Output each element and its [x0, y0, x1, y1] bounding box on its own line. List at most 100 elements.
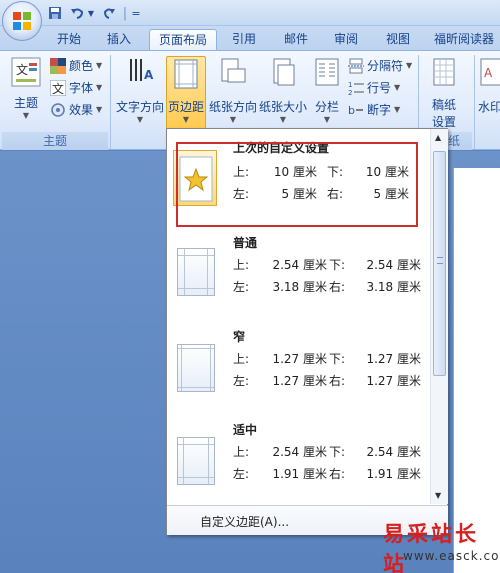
hyphenation-dropdown-icon: ▼ [394, 105, 401, 114]
group-separator [474, 55, 475, 149]
narrow-thumbnail [177, 344, 215, 392]
margins-label: 页边距 [167, 100, 204, 114]
option-title: 窄 [233, 330, 246, 344]
undo-icon[interactable] [68, 4, 86, 22]
manuscript-settings-button[interactable]: 稿纸 设置 [424, 57, 464, 129]
tab-mailings[interactable]: 邮件 [276, 29, 316, 50]
columns-button[interactable]: 分栏 ▼ [310, 57, 344, 129]
bottom-label: 下: [329, 352, 346, 366]
tab-home[interactable]: 开始 [48, 29, 90, 50]
tab-foxit-reader[interactable]: 福昕阅读器 [428, 29, 500, 50]
line-numbers-icon: 12 [348, 81, 364, 96]
margins-icon [174, 59, 198, 89]
title-bar: ▼ | = [0, 0, 500, 26]
color-palette-icon [50, 57, 66, 74]
top-label: 上: [233, 445, 250, 459]
theme-colors-button[interactable]: 颜色 ▼ [50, 56, 102, 75]
save-icon[interactable] [46, 4, 64, 22]
right-label: 右: [329, 467, 346, 481]
themes-dropdown-icon: ▼ [22, 111, 30, 120]
effects-dropdown-icon: ▼ [96, 105, 103, 114]
undo-dropdown-icon[interactable]: ▼ [86, 4, 96, 22]
columns-icon [315, 58, 339, 86]
size-button[interactable]: 纸张大小 ▼ [258, 57, 308, 129]
line-numbers-dropdown-icon: ▼ [394, 83, 401, 92]
breaks-button[interactable]: 分隔符 ▼ [348, 56, 412, 75]
tab-page-layout[interactable]: 页面布局 [149, 29, 217, 50]
dropdown-scrollbar[interactable]: ▲ ▼ [430, 129, 448, 504]
text-direction-button[interactable]: A 文字方向 ▼ [114, 57, 166, 129]
margin-option-moderate[interactable]: 适中 上: 2.54 厘米 下: 2.54 厘米 左: 1.91 厘米 右: 1… [167, 415, 431, 507]
size-label: 纸张大小 [258, 100, 307, 114]
breaks-dropdown-icon: ▼ [406, 61, 413, 70]
left-value: 1.27 厘米 [272, 374, 327, 388]
paper-size-icon [273, 58, 295, 86]
top-value: 1.27 厘米 [272, 352, 327, 366]
tab-view[interactable]: 视图 [378, 29, 418, 50]
hyphenation-button[interactable]: b 断字 ▼ [348, 100, 400, 119]
scroll-down-icon[interactable]: ▼ [435, 491, 441, 500]
watermark-button[interactable]: A 水印 [478, 57, 500, 129]
text-direction-label: 文字方向 [115, 100, 164, 114]
scrollbar-thumb[interactable] [433, 151, 446, 376]
top-value: 2.54 厘米 [272, 258, 327, 272]
customize-quick-access-icon[interactable]: = [130, 4, 142, 22]
scroll-up-icon[interactable]: ▲ [435, 133, 441, 142]
columns-dropdown-icon: ▼ [323, 115, 331, 124]
hyphenation-icon: b [348, 104, 363, 117]
size-dropdown-icon: ▼ [279, 115, 287, 124]
top-value: 2.54 厘米 [272, 445, 327, 459]
moderate-thumbnail [177, 437, 215, 485]
tab-insert[interactable]: 插入 [98, 29, 140, 50]
site-watermark: 易采站长站 [383, 521, 479, 573]
theme-fonts-label: 字体 [69, 81, 94, 95]
theme-effects-label: 效果 [69, 103, 94, 117]
right-label: 右: [329, 374, 346, 388]
office-button[interactable] [2, 1, 42, 41]
orientation-dropdown-icon: ▼ [229, 115, 237, 124]
scroll-grip-icon [437, 257, 443, 264]
bottom-value: 2.54 厘米 [366, 445, 421, 459]
right-value: 1.27 厘米 [366, 374, 421, 388]
margins-button[interactable]: 页边距 ▼ [166, 56, 206, 132]
margin-option-narrow[interactable]: 窄 上: 1.27 厘米 下: 1.27 厘米 左: 1.27 厘米 右: 1.… [167, 322, 431, 414]
highlight-box [176, 142, 418, 227]
normal-thumbnail [177, 248, 215, 296]
line-numbers-label: 行号 [367, 81, 392, 95]
themes-label: 主题 [13, 96, 38, 110]
text-direction-icon: A [130, 59, 154, 82]
right-label: 右: [329, 280, 346, 294]
custom-margins-label: 自定义边距(A)... [200, 515, 290, 529]
colors-dropdown-icon: ▼ [96, 61, 103, 70]
document-page[interactable] [453, 168, 500, 573]
theme-effects-button[interactable]: 效果 ▼ [50, 100, 102, 119]
breaks-label: 分隔符 [367, 59, 404, 73]
orientation-label: 纸张方向 [208, 100, 257, 114]
columns-label: 分栏 [314, 100, 339, 114]
line-numbers-button[interactable]: 12 行号 ▼ [348, 78, 400, 97]
bottom-label: 下: [329, 258, 346, 272]
orientation-icon [221, 58, 246, 83]
effects-icon [51, 102, 65, 117]
breaks-icon [348, 58, 364, 73]
svg-text:文: 文 [16, 62, 28, 77]
repeat-icon[interactable] [100, 4, 118, 22]
margin-option-normal[interactable]: 普通 上: 2.54 厘米 下: 2.54 厘米 左: 3.18 厘米 右: 3… [167, 228, 431, 320]
svg-text:文: 文 [52, 81, 64, 96]
theme-fonts-button[interactable]: 文 字体 ▼ [50, 78, 102, 97]
svg-text:b: b [348, 104, 355, 117]
orientation-button[interactable]: 纸张方向 ▼ [208, 57, 258, 129]
right-value: 3.18 厘米 [366, 280, 421, 294]
group-separator [110, 55, 111, 149]
themes-button[interactable]: 文 主题 ▼ [6, 57, 46, 129]
left-value: 1.91 厘米 [272, 467, 327, 481]
bottom-value: 1.27 厘米 [366, 352, 421, 366]
tab-review[interactable]: 审阅 [326, 29, 366, 50]
watermark-icon: A [480, 58, 500, 86]
ribbon-tabs: 开始 插入 页面布局 引用 邮件 审阅 视图 福昕阅读器 [0, 26, 500, 50]
tab-references[interactable]: 引用 [224, 29, 264, 50]
margins-dropdown-icon: ▼ [182, 115, 190, 124]
left-label: 左: [233, 467, 250, 481]
manuscript-label-1: 稿纸 [431, 98, 456, 112]
top-label: 上: [233, 258, 250, 272]
